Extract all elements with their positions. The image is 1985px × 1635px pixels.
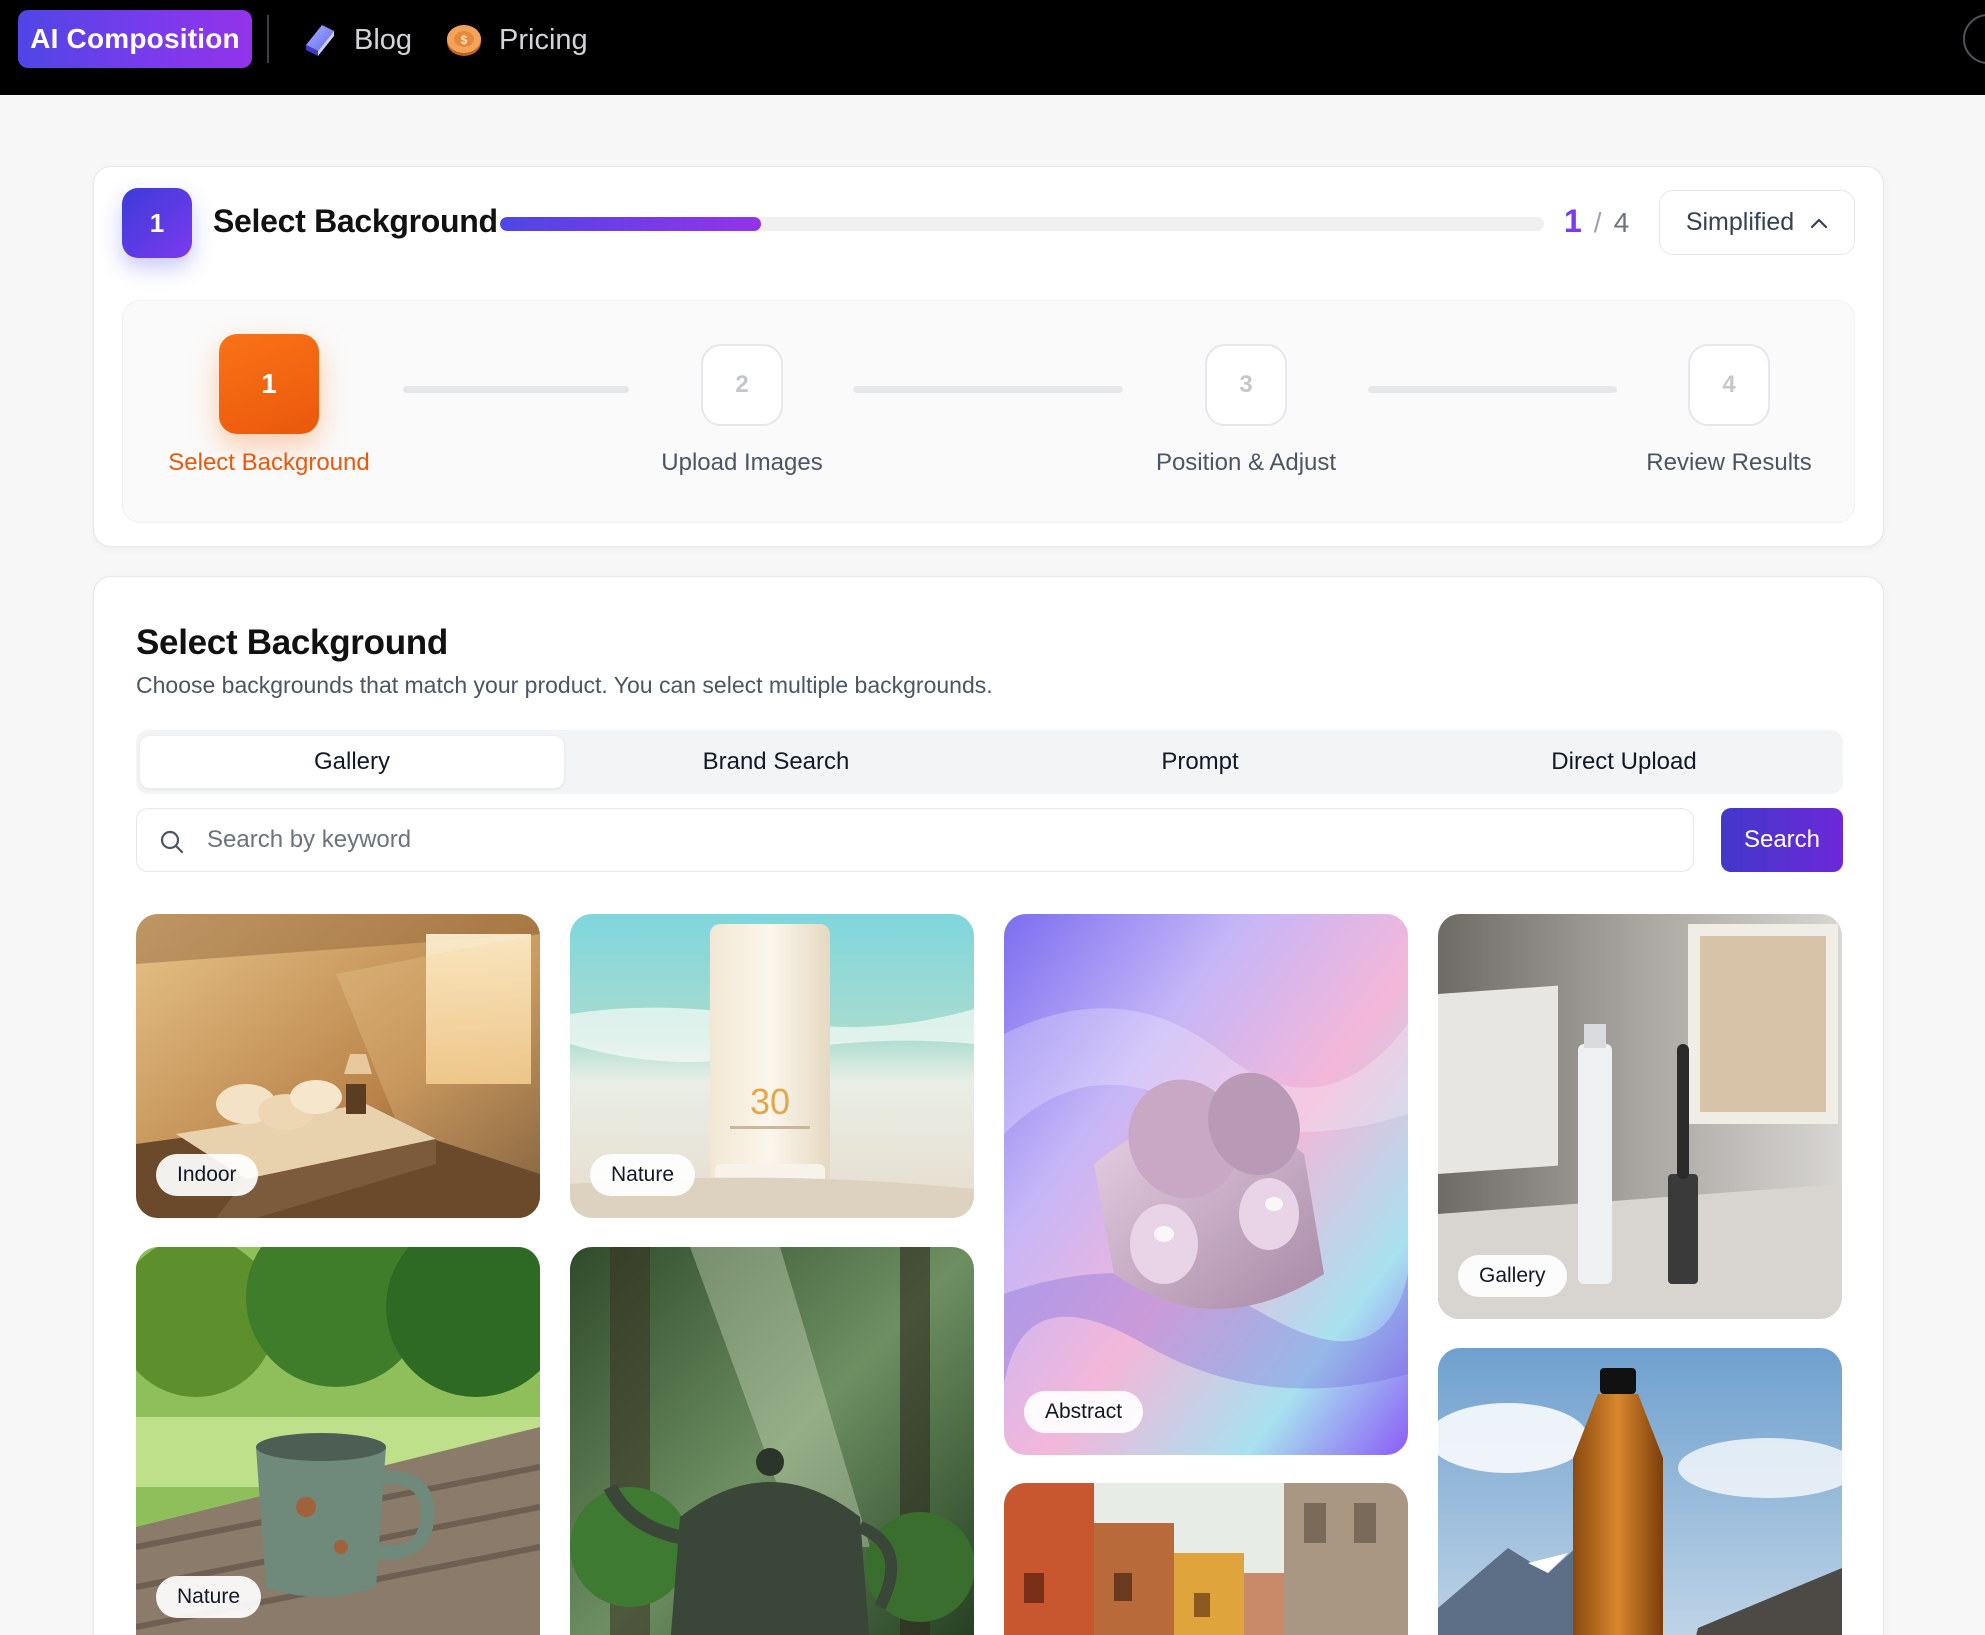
progress-bar [500, 217, 1544, 231]
avatar[interactable] [1963, 14, 1985, 64]
step-connector [853, 386, 1123, 393]
progress-card: 1 Select Background 1 / 4 Simplified 1 S… [93, 166, 1884, 547]
current-step-badge: 1 [122, 188, 192, 258]
brand-button[interactable]: AI Composition [18, 10, 252, 68]
progress-title: Select Background [213, 203, 498, 239]
book-icon [306, 25, 334, 56]
search-button[interactable]: Search [1721, 808, 1843, 872]
step-label: Upload Images [661, 449, 823, 476]
background-thumbnail [1004, 914, 1408, 1455]
nav-link-label: Pricing [499, 23, 588, 56]
tab-brand-search[interactable]: Brand Search [564, 736, 988, 788]
svg-text:$: $ [461, 33, 468, 47]
category-tag: Nature [156, 1576, 262, 1618]
source-tabs: Gallery Brand Search Prompt Direct Uploa… [136, 730, 1843, 794]
step-counter: 1 / 4 [1564, 203, 1629, 240]
coin-icon: $ [447, 25, 481, 56]
background-selection-card: Select Background Choose backgrounds tha… [93, 576, 1884, 1635]
section-subtitle: Choose backgrounds that match your produ… [136, 672, 993, 698]
nav-link-pricing[interactable]: $ Pricing [443, 14, 588, 66]
step-counter-total: 4 [1613, 207, 1630, 238]
background-thumbnail [1004, 1483, 1408, 1635]
mode-toggle-label: Simplified [1685, 208, 1795, 236]
category-tag: Nature [590, 1154, 696, 1196]
gallery-item[interactable]: Indoor [136, 914, 540, 1218]
background-thumbnail [570, 1247, 974, 1635]
chevron-up-icon [1811, 218, 1828, 228]
nav-link-blog[interactable]: Blog [298, 14, 412, 66]
gallery-item[interactable]: 30 Nature [570, 914, 974, 1218]
mode-toggle-button[interactable]: Simplified [1659, 190, 1855, 255]
category-tag: Gallery [1458, 1255, 1567, 1297]
gallery-item[interactable] [1004, 1483, 1408, 1635]
step-label: Position & Adjust [1155, 449, 1337, 476]
category-tag: Abstract [1024, 1391, 1144, 1433]
category-tag: Indoor [156, 1154, 258, 1196]
progress-bar-fill [500, 217, 761, 231]
step-connector [1368, 386, 1617, 393]
step-counter-separator: / [1593, 207, 1602, 238]
step-label: Review Results [1646, 449, 1812, 476]
step-connector [403, 386, 629, 393]
nav-link-label: Blog [354, 23, 413, 56]
search-input[interactable] [207, 809, 1677, 871]
gallery-item[interactable]: Gallery [1438, 914, 1842, 1319]
gallery-item[interactable] [1438, 1348, 1842, 1635]
step-counter-current: 1 [1564, 203, 1582, 239]
gallery-item[interactable]: Nature [136, 1247, 540, 1635]
section-title: Select Background [136, 623, 448, 662]
tab-gallery[interactable]: Gallery [140, 736, 564, 788]
tab-prompt[interactable]: Prompt [988, 736, 1412, 788]
gallery-item[interactable]: Abstract [1004, 914, 1408, 1455]
step-number: 4 [1688, 344, 1770, 426]
top-navbar: AI Composition Blog $ Pricing [0, 0, 1985, 95]
search-box [136, 808, 1694, 872]
search-icon [160, 830, 184, 854]
nav-divider [267, 15, 269, 63]
stepper: 1 Select Background 2 Upload Images 3 Po… [122, 300, 1855, 523]
tab-direct-upload[interactable]: Direct Upload [1412, 736, 1836, 788]
step-number: 3 [1205, 344, 1287, 426]
gallery-item[interactable] [570, 1247, 974, 1635]
step-label: Select Background [168, 449, 370, 476]
step-number: 1 [219, 334, 319, 434]
step-number: 2 [701, 344, 783, 426]
svg-text:30: 30 [750, 1081, 790, 1122]
background-thumbnail [1438, 1348, 1842, 1635]
